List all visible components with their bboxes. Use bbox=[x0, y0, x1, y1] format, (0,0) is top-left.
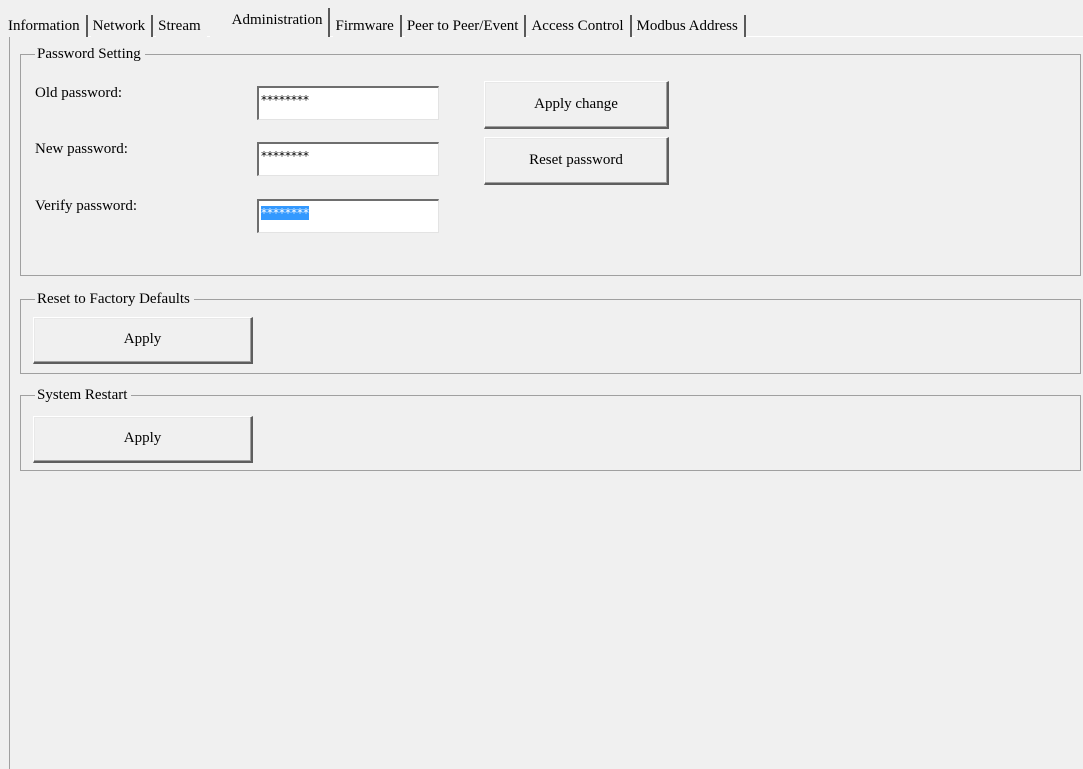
new-password-value: ******** bbox=[261, 149, 309, 163]
tab-stream[interactable]: Stream bbox=[156, 15, 207, 37]
new-password-field[interactable]: ******** bbox=[257, 142, 439, 176]
factory-defaults-legend: Reset to Factory Defaults bbox=[35, 289, 194, 309]
tab-network[interactable]: Network bbox=[90, 15, 154, 37]
verify-password-label: Verify password: bbox=[35, 198, 138, 214]
system-restart-group: System Restart Apply bbox=[20, 385, 1081, 471]
factory-defaults-group: Reset to Factory Defaults Apply bbox=[20, 289, 1081, 374]
old-password-label: Old password: bbox=[35, 85, 123, 101]
tab-strip: Information Network Stream Administratio… bbox=[6, 8, 749, 37]
old-password-value: ******** bbox=[261, 93, 309, 107]
tab-information[interactable]: Information bbox=[6, 15, 88, 37]
factory-defaults-apply-button[interactable]: Apply bbox=[33, 317, 253, 364]
apply-change-button[interactable]: Apply change bbox=[484, 81, 669, 129]
system-restart-apply-button[interactable]: Apply bbox=[33, 416, 253, 463]
password-setting-legend: Password Setting bbox=[35, 44, 145, 64]
tab-peer-to-peer-event[interactable]: Peer to Peer/Event bbox=[404, 15, 527, 37]
tab-administration[interactable]: Administration bbox=[209, 8, 331, 37]
tab-firmware[interactable]: Firmware bbox=[333, 15, 402, 37]
tab-access-control[interactable]: Access Control bbox=[529, 15, 632, 37]
verify-password-field[interactable]: ******** bbox=[257, 199, 439, 233]
new-password-label: New password: bbox=[35, 141, 128, 157]
password-setting-group: Password Setting Old password: ******** … bbox=[20, 44, 1081, 276]
tab-modbus-address[interactable]: Modbus Address bbox=[634, 15, 746, 37]
reset-password-button[interactable]: Reset password bbox=[484, 137, 669, 185]
old-password-field[interactable]: ******** bbox=[257, 86, 439, 120]
administration-panel: Password Setting Old password: ******** … bbox=[9, 36, 1083, 769]
system-restart-legend: System Restart bbox=[35, 385, 132, 405]
verify-password-value: ******** bbox=[261, 206, 309, 220]
